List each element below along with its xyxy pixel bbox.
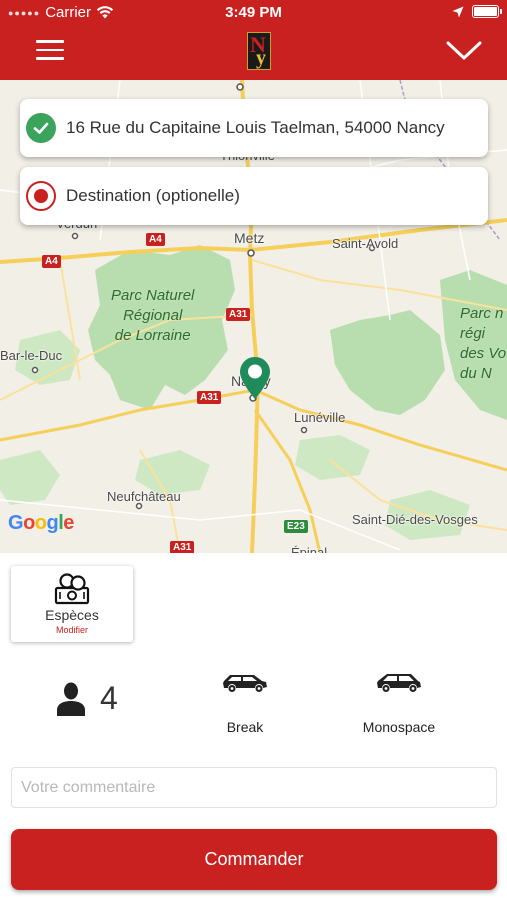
battery-icon [472,5,502,18]
hamburger-line [36,48,64,51]
origin-address-field[interactable]: 16 Rue du Capitaine Louis Taelman, 54000… [20,99,488,157]
app-screen: ●●●●● Carrier 3:49 PM N y Metz Saint-Avo… [0,0,507,900]
vehicle-label: Monospace [362,719,436,735]
map-place-saint-die: Saint-Dié-des-Vosges [352,512,478,527]
order-button[interactable]: Commander [11,829,497,890]
map-place-luneville: Lunéville [294,410,346,425]
map-place-neufchateau: Neufchâteau [107,489,181,504]
app-header: ●●●●● Carrier 3:49 PM N y [0,0,507,80]
road-shield: E23 [284,520,308,533]
map-view[interactable]: Thionville Verdun Metz Saint-Avold Bar-l… [0,80,507,553]
map-park-lorraine: Parc Naturel Régional de Lorraine [111,287,195,344]
map-pin-icon[interactable] [239,356,271,400]
minivan-icon [377,674,421,692]
comment-input[interactable] [11,767,497,808]
road-shield: A31 [197,391,222,404]
person-icon [57,682,85,716]
location-arrow-icon [452,6,464,17]
road-shield: A4 [42,255,61,268]
map-place-saint-avold: Saint-Avold [332,236,399,251]
map-place-metz: Metz [234,230,265,246]
menu-button[interactable] [36,40,64,62]
road-shield: A31 [226,308,251,321]
vehicle-option-monospace[interactable]: Monospace [339,672,459,735]
payment-modify-link[interactable]: Modifier [11,625,133,635]
check-circle-icon [26,113,56,143]
map-place-epinal: Épinal [291,545,328,553]
origin-address-text: 16 Rue du Capitaine Louis Taelman, 54000… [66,118,445,137]
google-attribution: Google [8,512,74,534]
map-park-vosges: Parc n régi des Vo du N [460,305,507,382]
chevron-down-icon[interactable] [446,38,482,64]
logo-letter-y: y [256,47,266,69]
payment-method-label: Espèces [45,607,99,623]
destination-placeholder: Destination (optionelle) [66,186,240,205]
cash-icon [54,573,90,605]
app-logo: N y [247,32,271,70]
hamburger-line [36,57,64,60]
status-right-icons [452,5,502,18]
road-shield: A31 [170,541,195,553]
vehicle-label: Break [226,719,264,735]
hamburger-menu-icon [36,40,64,43]
road-shield: A4 [146,233,165,246]
vehicle-option-break[interactable]: Break [185,672,305,735]
radio-target-icon [26,181,56,211]
status-bar: ●●●●● Carrier 3:49 PM [0,0,507,26]
payment-method-card[interactable]: Espèces Modifier [11,566,133,642]
destination-field[interactable]: Destination (optionelle) [20,167,488,225]
status-time: 3:49 PM [225,4,282,21]
passenger-selector[interactable]: 4 [56,680,118,717]
station-wagon-icon [223,675,267,692]
map-place-bar-le-duc: Bar-le-Duc [0,348,63,363]
passenger-count: 4 [100,680,118,716]
